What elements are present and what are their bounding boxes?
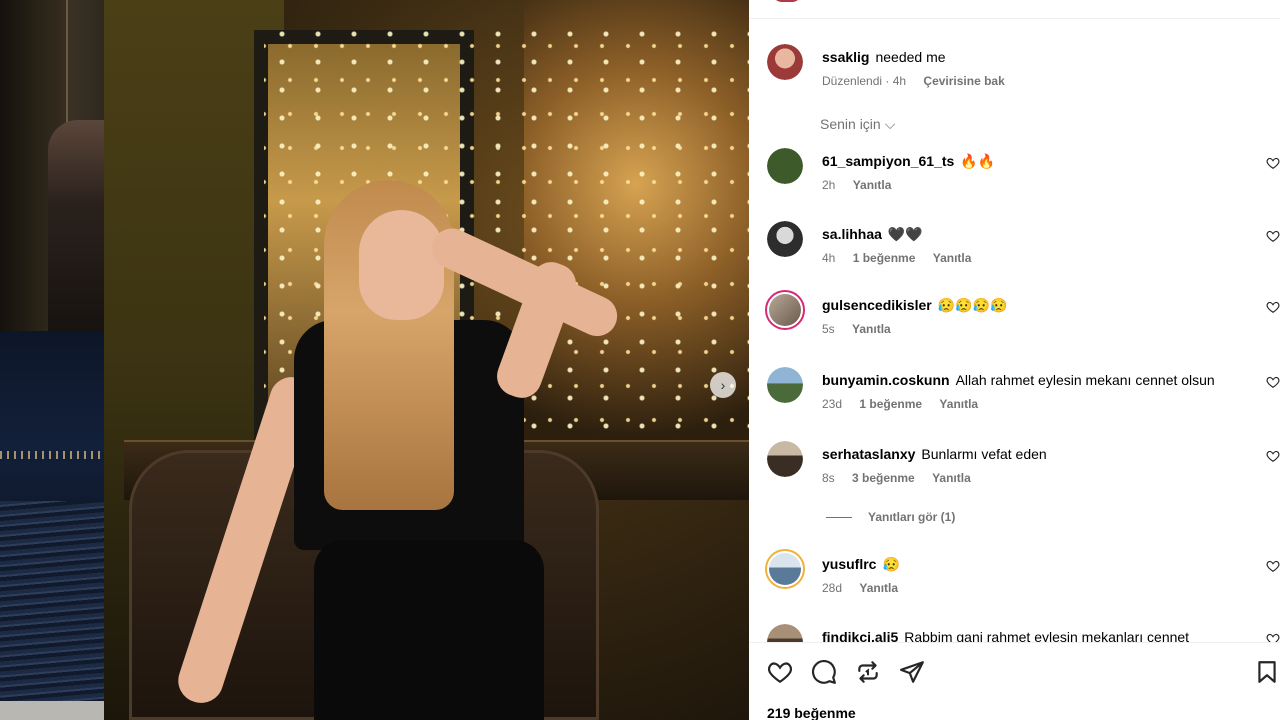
reply-button[interactable]: Yanıtla — [853, 178, 892, 192]
preview-image-bottom — [0, 331, 104, 720]
avatar[interactable] — [767, 221, 803, 257]
heart-icon[interactable] — [1266, 229, 1280, 243]
comment-likes[interactable]: 1 beğenme — [853, 251, 916, 265]
heart-icon[interactable] — [1266, 449, 1280, 463]
comment-time: 2h — [822, 178, 836, 192]
sort-label: Senin için — [820, 116, 881, 132]
comment-item: yusuflrc 😥 28d Yanıtla — [765, 549, 1280, 611]
comment-time: 8s — [822, 471, 835, 485]
likes-count[interactable]: 219 beğenme — [767, 705, 856, 720]
comment-item: gulsencedikisler 😥😥😥😥 5s Yanıtla — [765, 290, 1280, 352]
comment-likes[interactable]: 1 beğenme — [859, 397, 922, 411]
background-carousel-preview — [0, 0, 104, 720]
heart-icon[interactable] — [1266, 375, 1280, 389]
avatar[interactable] — [765, 290, 805, 330]
bookmark-icon[interactable] — [1254, 659, 1280, 685]
preview-image-top — [0, 0, 104, 331]
avatar[interactable] — [765, 549, 805, 589]
view-replies-label: Yanıtları gör (1) — [868, 510, 956, 524]
heart-icon[interactable] — [767, 659, 793, 685]
avatar[interactable] — [767, 367, 803, 403]
heart-icon[interactable] — [1266, 156, 1280, 170]
translate-link[interactable]: Çevirisine bak — [923, 74, 1004, 88]
header-avatar[interactable] — [772, 0, 802, 2]
comment-sort-dropdown[interactable]: Senin için ⌵ — [820, 116, 895, 133]
comment-text: Bunlarmı vefat eden — [921, 446, 1047, 462]
chevron-down-icon: ⌵ — [884, 116, 896, 132]
avatar[interactable] — [767, 148, 803, 184]
reply-button[interactable]: Yanıtla — [859, 581, 898, 595]
repost-icon[interactable] — [855, 659, 881, 685]
comments-panel: ssaklig needed me Düzenlendi · 4h Çeviris… — [749, 0, 1280, 720]
post-actions-bar: 219 beğenme — [749, 642, 1280, 720]
caption: ssaklig needed me Düzenlendi · 4h Çeviris… — [767, 44, 1280, 104]
comment-item: bunyamin.coskunn Allah rahmet eylesin mek… — [767, 367, 1280, 427]
comment-username[interactable]: yusuflrc — [822, 556, 876, 572]
divider — [749, 18, 1280, 19]
reply-button[interactable]: Yanıtla — [933, 251, 972, 265]
comment-username[interactable]: 61_sampiyon_61_ts — [822, 153, 954, 169]
caption-text: needed me — [875, 49, 946, 65]
avatar[interactable] — [767, 44, 803, 80]
comment-likes[interactable]: 3 beğenme — [852, 471, 915, 485]
reply-button[interactable]: Yanıtla — [852, 322, 891, 336]
post-photo[interactable]: › — [104, 0, 749, 720]
comment-text: 🔥🔥 — [960, 153, 996, 169]
comment-username[interactable]: gulsencedikisler — [822, 297, 932, 313]
comment-time: 5s — [822, 322, 835, 336]
avatar[interactable] — [767, 441, 803, 477]
comment-text: 😥😥😥😥 — [937, 297, 1008, 313]
person — [172, 180, 624, 720]
caption-username[interactable]: ssaklig — [822, 49, 869, 65]
comment-icon[interactable] — [811, 659, 837, 685]
comment-text: 🖤🖤 — [887, 226, 923, 242]
chevron-right-icon: › — [720, 377, 726, 393]
heart-icon[interactable] — [1266, 300, 1280, 314]
heart-icon[interactable] — [1266, 559, 1280, 573]
carousel-next-button[interactable]: › — [710, 372, 736, 398]
comment-item: serhataslanxy Bunlarmı vefat eden 8s 3 be… — [767, 441, 1280, 501]
comment-username[interactable]: serhataslanxy — [822, 446, 915, 462]
comment-text: Allah rahmet eylesin mekanı cennet olsun — [955, 372, 1215, 388]
comment-username[interactable]: bunyamin.coskunn — [822, 372, 950, 388]
reply-button[interactable]: Yanıtla — [932, 471, 971, 485]
comment-item: sa.lihhaa 🖤🖤 4h 1 beğenme Yanıtla — [767, 221, 1280, 281]
view-replies-button[interactable]: Yanıtları gör (1) — [826, 510, 955, 524]
comment-username[interactable]: sa.lihhaa — [822, 226, 882, 242]
send-icon[interactable] — [899, 659, 925, 685]
comment-time: 4h — [822, 251, 836, 265]
comment-time: 23d — [822, 397, 843, 411]
caption-edited: Düzenlendi · 4h — [822, 74, 907, 88]
comment-text: 😥 — [882, 556, 900, 572]
reply-button[interactable]: Yanıtla — [939, 397, 978, 411]
comment-item: 61_sampiyon_61_ts 🔥🔥 2h Yanıtla — [767, 148, 1280, 208]
comment-time: 28d — [822, 581, 843, 595]
